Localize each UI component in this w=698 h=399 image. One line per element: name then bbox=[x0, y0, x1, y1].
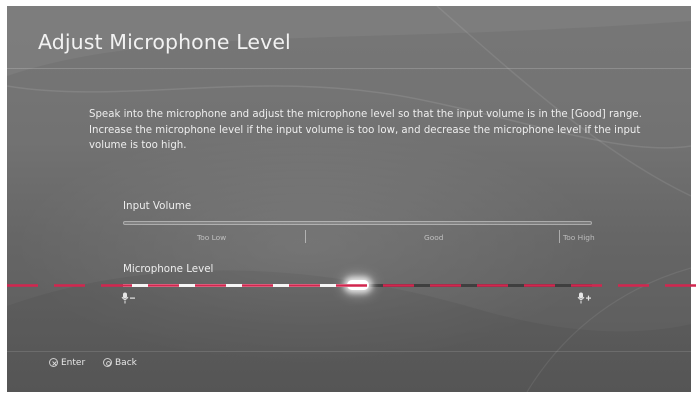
zone-too-high-label: Too High bbox=[563, 233, 595, 242]
instructions: Speak into the microphone and adjust the… bbox=[89, 107, 649, 154]
instruction-text: Speak into the microphone and adjust the… bbox=[89, 109, 642, 120]
mic-minus-icon[interactable] bbox=[121, 292, 137, 304]
page-title: Adjust Microphone Level bbox=[38, 30, 291, 54]
input-volume-meter bbox=[123, 221, 592, 225]
ps4-screen: Adjust Microphone Level Speak into the m… bbox=[7, 6, 691, 392]
back-label: Back bbox=[115, 357, 137, 368]
enter-button[interactable]: Enter bbox=[49, 356, 85, 369]
back-button[interactable]: Back bbox=[103, 356, 137, 369]
instruction-text: Increase the microphone level if the inp… bbox=[89, 124, 641, 152]
zone-good-label: Good bbox=[424, 233, 444, 242]
input-volume-label: Input Volume bbox=[123, 200, 192, 212]
dashed-guide-line bbox=[0, 284, 698, 287]
zone-divider bbox=[305, 230, 306, 243]
background-wave-decoration bbox=[7, 6, 691, 392]
circle-button-icon bbox=[103, 358, 112, 367]
enter-label: Enter bbox=[61, 357, 86, 368]
zone-divider bbox=[559, 230, 560, 243]
microphone-level-label: Microphone Level bbox=[123, 263, 214, 275]
mic-plus-icon[interactable] bbox=[577, 292, 593, 304]
footer-divider bbox=[7, 351, 691, 352]
cross-button-icon bbox=[49, 358, 58, 367]
zone-too-low-label: Too Low bbox=[197, 233, 227, 242]
title-divider bbox=[7, 68, 691, 69]
